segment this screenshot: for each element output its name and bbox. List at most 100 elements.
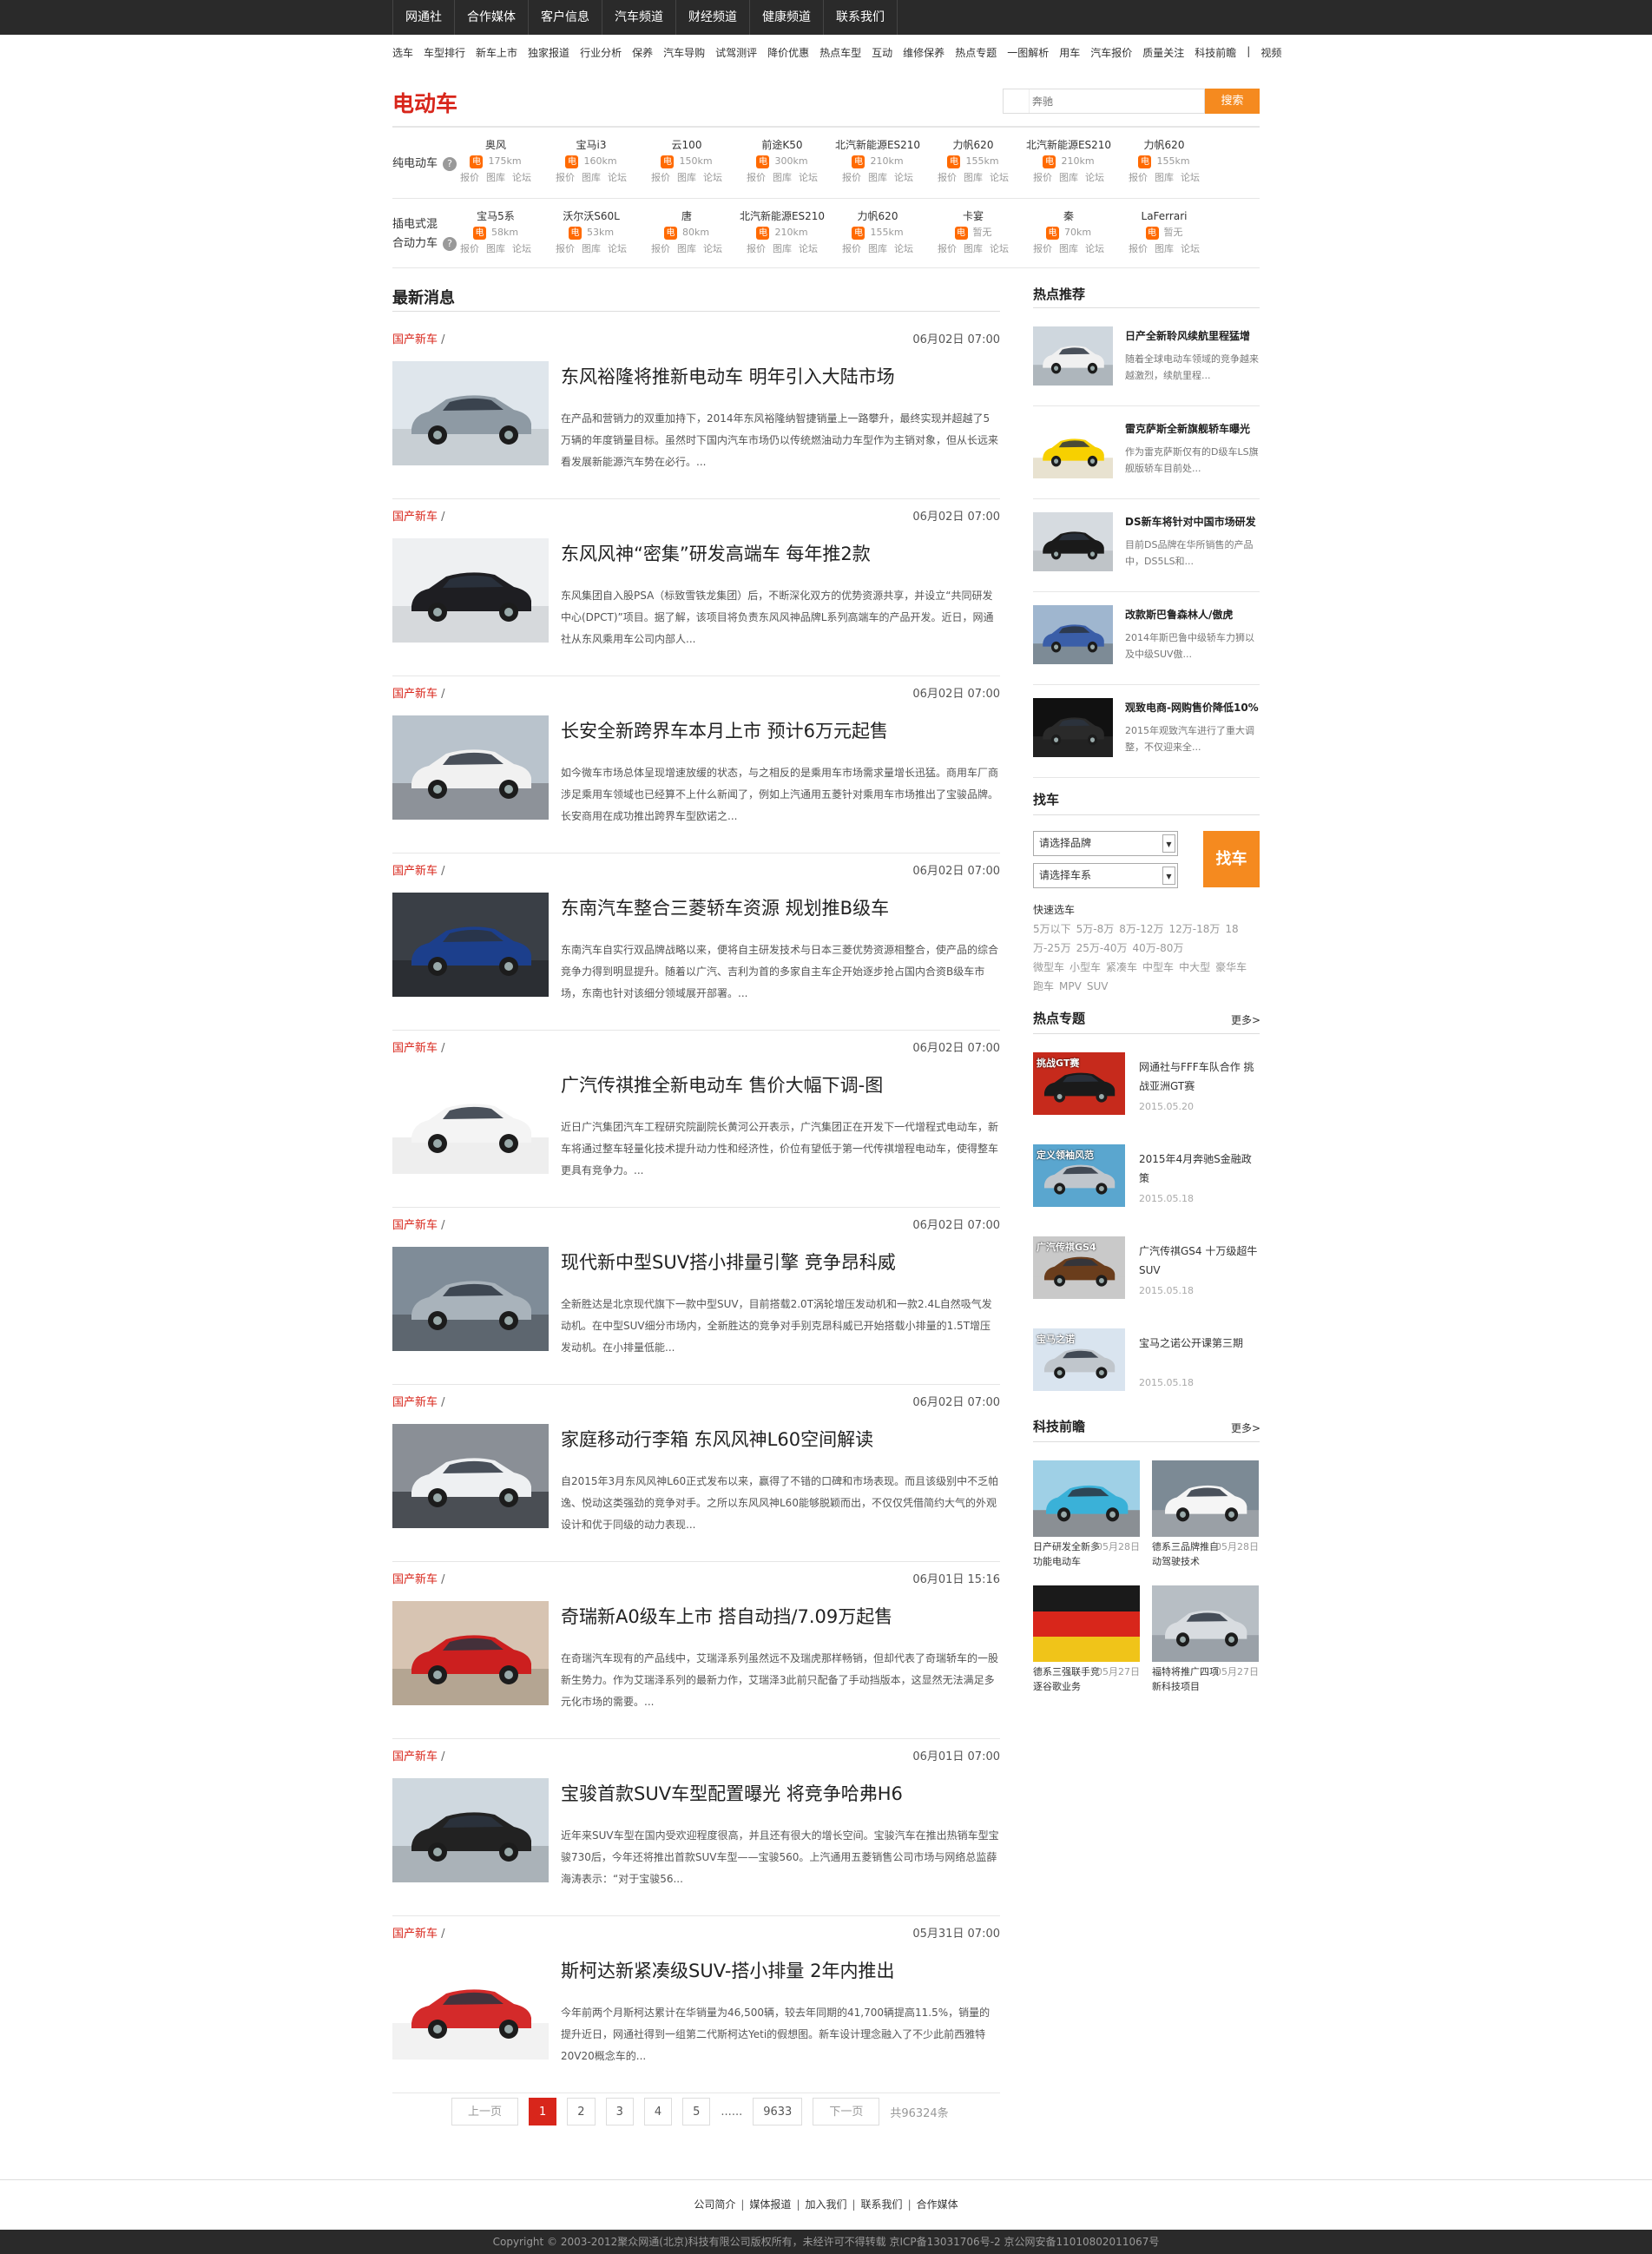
news-category[interactable]: 国产新车 / — [392, 684, 445, 701]
news-title-link[interactable]: 长安全新跨界车本月上市 预计6万元起售 — [561, 717, 888, 743]
search-box[interactable] — [1003, 89, 1205, 114]
sub-nav-link[interactable]: 独家报道 — [528, 45, 569, 60]
footer-link[interactable]: 公司简介 — [694, 2198, 735, 2211]
car-type-link[interactable]: SUV — [1087, 980, 1109, 992]
find-car-button[interactable]: 找车 — [1203, 831, 1260, 887]
price-range-link[interactable]: 12万-18万 — [1169, 923, 1221, 935]
sub-nav-link[interactable]: 行业分析 — [580, 45, 622, 60]
hot-thumbnail[interactable] — [1033, 698, 1113, 757]
hot-title-link[interactable]: DS新车将针对中国市场研发 — [1125, 514, 1260, 529]
price-range-link[interactable]: 25万-40万 — [1076, 942, 1128, 954]
gallery-link[interactable]: 图库 — [582, 243, 601, 254]
tech-thumbnail[interactable] — [1152, 1585, 1259, 1662]
sub-nav-link[interactable]: 质量关注 — [1142, 45, 1184, 60]
car-name-link[interactable]: 北汽新能源ES210 — [830, 137, 925, 153]
footer-link[interactable]: 联系我们 — [861, 2198, 903, 2211]
price-link[interactable]: 报价 — [938, 243, 957, 254]
sub-nav-link[interactable]: 选车 — [392, 45, 413, 60]
gallery-link[interactable]: 图库 — [677, 243, 696, 254]
search-input[interactable] — [1032, 92, 1197, 110]
hot-title-link[interactable]: 日产全新聆风续航里程猛增 — [1125, 328, 1260, 343]
sub-nav-link[interactable]: 汽车报价 — [1090, 45, 1132, 60]
car-type-link[interactable]: 小型车 — [1070, 961, 1101, 973]
gallery-link[interactable]: 图库 — [1155, 172, 1174, 183]
footer-link[interactable]: 合作媒体 — [917, 2198, 958, 2211]
news-thumbnail[interactable] — [392, 538, 549, 643]
forum-link[interactable]: 论坛 — [608, 243, 627, 254]
news-title-link[interactable]: 东风裕隆将推新电动车 明年引入大陆市场 — [561, 363, 895, 389]
news-category-label[interactable]: 国产新车 — [392, 1928, 438, 1941]
hot-title-link[interactable]: 观致电商-网购售价降低10% — [1125, 700, 1260, 715]
topic-thumbnail[interactable]: 宝马之诺 — [1033, 1328, 1125, 1391]
forum-link[interactable]: 论坛 — [1181, 172, 1200, 183]
news-category-label[interactable]: 国产新车 — [392, 1042, 438, 1055]
topic-thumbnail[interactable]: 挑战GT赛 — [1033, 1052, 1125, 1115]
price-link[interactable]: 报价 — [1033, 172, 1052, 183]
car-name-link[interactable]: 宝马5系 — [448, 208, 543, 224]
topic-thumbnail[interactable]: 定义领袖风范 — [1033, 1144, 1125, 1207]
price-link[interactable]: 报价 — [651, 172, 670, 183]
gallery-link[interactable]: 图库 — [868, 243, 887, 254]
news-title-link[interactable]: 宝骏首款SUV车型配置曝光 将竞争哈弗H6 — [561, 1780, 903, 1806]
footer-link[interactable]: 媒体报道 — [749, 2198, 791, 2211]
car-name-link[interactable]: 唐 — [639, 208, 734, 224]
car-type-link[interactable]: 中型车 — [1142, 961, 1174, 973]
price-link[interactable]: 报价 — [460, 243, 479, 254]
news-title-link[interactable]: 现代新中型SUV搭小排量引擎 竞争昂科威 — [561, 1249, 896, 1275]
price-range-link[interactable]: 40万-80万 — [1132, 942, 1183, 954]
car-name-link[interactable]: 沃尔沃S60L — [543, 208, 639, 224]
sub-nav-link[interactable]: 试驾测评 — [715, 45, 757, 60]
sub-nav-link[interactable]: 车型排行 — [424, 45, 465, 60]
price-range-link[interactable]: 5万以下 — [1033, 923, 1071, 935]
page-button[interactable]: 4 — [643, 2098, 673, 2125]
top-nav-item[interactable]: 健康频道 — [750, 0, 824, 35]
topics-more-link[interactable]: 更多> — [1231, 1012, 1260, 1027]
topic-title-link[interactable]: 宝马之诺公开课第三期 — [1139, 1334, 1260, 1353]
tech-title-link[interactable]: 福特将推广四项新科技项目 — [1152, 1664, 1221, 1694]
news-category-label[interactable]: 国产新车 — [392, 333, 438, 346]
price-link[interactable]: 报价 — [1129, 172, 1148, 183]
car-type-link[interactable]: 豪华车 — [1215, 961, 1247, 973]
hot-thumbnail[interactable] — [1033, 419, 1113, 478]
news-title-link[interactable]: 家庭移动行李箱 东风风神L60空间解读 — [561, 1426, 873, 1452]
page-button[interactable]: 5 — [682, 2098, 711, 2125]
news-category[interactable]: 国产新车 / — [392, 861, 445, 878]
gallery-link[interactable]: 图库 — [964, 243, 983, 254]
sub-nav-link[interactable]: 降价优惠 — [767, 45, 809, 60]
price-link[interactable]: 报价 — [842, 172, 861, 183]
car-name-link[interactable]: 宝马i3 — [543, 137, 639, 153]
news-category[interactable]: 国产新车 / — [392, 330, 445, 346]
price-link[interactable]: 报价 — [938, 172, 957, 183]
forum-link[interactable]: 论坛 — [512, 243, 531, 254]
top-nav-item[interactable]: 财经频道 — [676, 0, 750, 35]
news-title-link[interactable]: 斯柯达新紧凑级SUV-搭小排量 2年内推出 — [561, 1957, 894, 1983]
car-name-link[interactable]: 卡宴 — [925, 208, 1021, 224]
price-link[interactable]: 报价 — [747, 243, 766, 254]
car-type-link[interactable]: 微型车 — [1033, 961, 1064, 973]
topic-thumbnail[interactable]: 广汽传祺GS4 — [1033, 1236, 1125, 1299]
search-button[interactable]: 搜索 — [1205, 89, 1260, 114]
news-category[interactable]: 国产新车 / — [392, 507, 445, 524]
tech-title-link[interactable]: 德系三强联手竞逐谷歌业务 — [1033, 1664, 1102, 1694]
news-thumbnail[interactable] — [392, 1247, 549, 1351]
news-category-label[interactable]: 国产新车 — [392, 1219, 438, 1232]
news-thumbnail[interactable] — [392, 361, 549, 465]
sub-nav-link[interactable]: 视频 — [1260, 45, 1281, 60]
news-category[interactable]: 国产新车 / — [392, 1038, 445, 1055]
forum-link[interactable]: 论坛 — [894, 243, 913, 254]
price-link[interactable]: 报价 — [556, 243, 575, 254]
gallery-link[interactable]: 图库 — [582, 172, 601, 183]
price-link[interactable]: 报价 — [1033, 243, 1052, 254]
sub-nav-link[interactable]: 新车上市 — [476, 45, 517, 60]
news-thumbnail[interactable] — [392, 1424, 549, 1528]
forum-link[interactable]: 论坛 — [990, 172, 1009, 183]
forum-link[interactable]: 论坛 — [1085, 172, 1104, 183]
car-type-link[interactable]: 紧凑车 — [1106, 961, 1137, 973]
news-category[interactable]: 国产新车 / — [392, 1216, 445, 1232]
news-category-label[interactable]: 国产新车 — [392, 511, 438, 524]
gallery-link[interactable]: 图库 — [868, 172, 887, 183]
car-name-link[interactable]: 北汽新能源ES210 — [734, 208, 830, 224]
gallery-link[interactable]: 图库 — [486, 172, 505, 183]
forum-link[interactable]: 论坛 — [1181, 243, 1200, 254]
price-link[interactable]: 报价 — [460, 172, 479, 183]
